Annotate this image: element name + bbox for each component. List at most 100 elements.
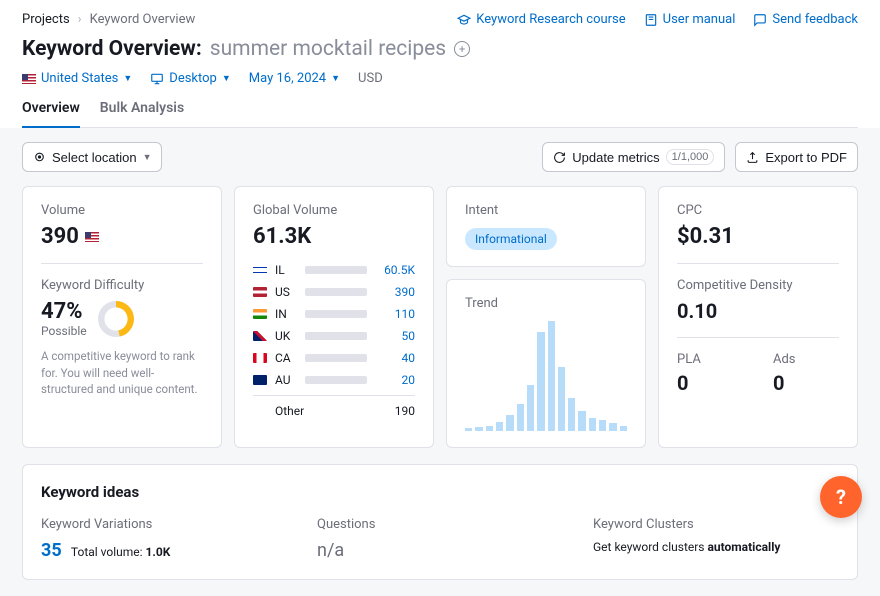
export-pdf-button[interactable]: Export to PDF	[735, 142, 858, 172]
kd-level: Possible	[41, 324, 87, 338]
idea-questions: Questions n/a	[317, 517, 563, 561]
questions-value: n/a	[317, 540, 563, 561]
clusters-text: Get keyword clusters automatically	[593, 540, 839, 554]
pla-value: 0	[677, 371, 743, 395]
desktop-icon	[150, 72, 164, 86]
global-volume-value: 61.3K	[253, 224, 415, 249]
ads-value: 0	[773, 371, 839, 395]
graduation-cap-icon	[457, 13, 471, 27]
chevron-down-icon: ▼	[331, 73, 340, 84]
keyword-ideas-heading: Keyword ideas	[41, 483, 839, 501]
flag-us-icon	[85, 232, 99, 242]
breadcrumb-projects[interactable]: Projects	[22, 12, 70, 27]
flag-icon	[253, 331, 267, 341]
trend-bar	[609, 423, 616, 431]
update-counter: 1/1,000	[666, 149, 715, 165]
pla-label: PLA	[677, 352, 743, 367]
chevron-right-icon: ›	[78, 12, 82, 27]
questions-label: Questions	[317, 517, 563, 532]
filters-bar: United States ▼ Desktop ▼ May 16, 2024 ▼…	[22, 71, 858, 86]
trend-bar	[517, 404, 524, 432]
idea-variations: Keyword Variations 35 Total volume: 1.0K	[41, 517, 287, 561]
trend-bar	[568, 398, 575, 431]
breadcrumb: Projects › Keyword Overview Keyword Rese…	[22, 12, 858, 27]
country-volume: 110	[375, 307, 415, 321]
tab-overview[interactable]: Overview	[22, 100, 80, 128]
global-volume-list: IL60.5KUS390IN110UK50CA40AU20Other190	[253, 259, 415, 422]
col-intent-trend: Intent Informational Trend	[446, 186, 646, 448]
global-volume-row[interactable]: AU 20	[253, 369, 415, 391]
trend-bar	[486, 426, 493, 432]
kd-value: 47%	[41, 299, 87, 324]
page-title: Keyword Overview: summer mocktail recipe…	[22, 37, 858, 61]
country-code: UK	[275, 329, 297, 343]
country-volume: 390	[375, 285, 415, 299]
tabs: Overview Bulk Analysis	[22, 100, 858, 128]
feedback-icon	[753, 13, 767, 27]
filter-country[interactable]: United States ▼	[22, 71, 132, 86]
flag-icon	[253, 287, 267, 297]
help-fab[interactable]: ?	[820, 476, 862, 518]
currency-label: USD	[358, 71, 383, 86]
country-code: CA	[275, 351, 297, 365]
country-volume: 20	[375, 373, 415, 387]
intent-label: Intent	[465, 203, 627, 218]
metrics-cards: Volume 390 Keyword Difficulty 47% Possib…	[0, 186, 880, 464]
volume-bar-wrap	[305, 310, 367, 318]
cd-value: 0.10	[677, 299, 839, 323]
chevron-down-icon: ▼	[222, 73, 231, 84]
global-volume-row[interactable]: IL 60.5K	[253, 259, 415, 281]
chevron-down-icon: ▼	[143, 152, 152, 162]
country-volume: 60.5K	[375, 263, 415, 277]
global-volume-row[interactable]: CA40	[253, 347, 415, 369]
title-prefix: Keyword Overview:	[22, 37, 202, 61]
trend-bar	[548, 321, 555, 431]
trend-bar	[589, 418, 596, 431]
country-code: AU	[275, 373, 297, 387]
flag-icon	[253, 265, 267, 275]
volume-bar-wrap	[305, 354, 367, 362]
trend-bar	[475, 427, 482, 431]
add-keyword-icon[interactable]: +	[454, 41, 470, 57]
trend-bar	[558, 367, 565, 431]
select-location-button[interactable]: Select location ▼	[22, 142, 162, 172]
other-label: Other	[275, 404, 367, 418]
global-volume-row[interactable]: UK50	[253, 325, 415, 347]
idea-clusters: Keyword Clusters Get keyword clusters au…	[593, 517, 839, 561]
card-volume: Volume 390 Keyword Difficulty 47% Possib…	[22, 186, 222, 448]
flag-icon	[253, 309, 267, 319]
tab-bulk-analysis[interactable]: Bulk Analysis	[100, 100, 184, 128]
filter-device[interactable]: Desktop ▼	[150, 71, 231, 86]
global-volume-row[interactable]: IN110	[253, 303, 415, 325]
export-icon	[746, 151, 759, 164]
volume-bar-wrap	[305, 266, 367, 274]
country-code: US	[275, 285, 297, 299]
link-course[interactable]: Keyword Research course	[457, 12, 625, 27]
kd-label: Keyword Difficulty	[41, 278, 203, 293]
link-user-manual[interactable]: User manual	[644, 12, 736, 27]
trend-label: Trend	[465, 296, 627, 311]
volume-bar-wrap	[305, 288, 367, 296]
trend-bar	[620, 426, 627, 432]
kd-description: A competitive keyword to rank for. You w…	[41, 348, 203, 398]
cpc-value: $0.31	[677, 224, 839, 249]
variations-value[interactable]: 35	[41, 540, 62, 561]
country-code: IL	[275, 263, 297, 277]
trend-bar	[578, 411, 585, 431]
filter-date[interactable]: May 16, 2024 ▼	[249, 71, 340, 86]
card-intent: Intent Informational	[446, 186, 646, 267]
breadcrumb-current: Keyword Overview	[90, 12, 196, 27]
trend-bar	[537, 332, 544, 431]
flag-us-icon	[22, 74, 36, 84]
trend-bar	[527, 385, 534, 431]
top-links: Keyword Research course User manual Send…	[457, 12, 858, 27]
global-volume-row[interactable]: US 390	[253, 281, 415, 303]
card-trend: Trend	[446, 279, 646, 448]
title-keyword: summer mocktail recipes	[210, 37, 446, 61]
question-icon: ?	[836, 485, 846, 509]
link-send-feedback[interactable]: Send feedback	[753, 12, 858, 27]
update-metrics-button[interactable]: Update metrics 1/1,000	[542, 142, 725, 172]
variations-label: Keyword Variations	[41, 517, 287, 532]
trend-chart	[465, 321, 627, 431]
flag-icon	[253, 375, 267, 385]
